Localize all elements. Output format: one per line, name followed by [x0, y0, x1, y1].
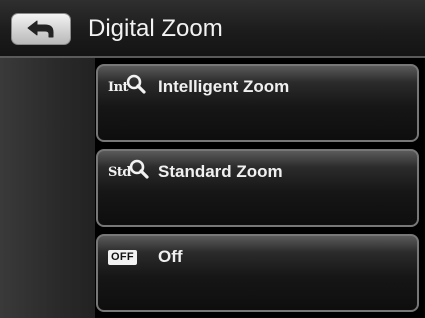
page-title: Digital Zoom	[88, 15, 223, 42]
standard-zoom-button[interactable]: Std Standard Zoom	[96, 149, 419, 227]
off-button[interactable]: OFF Off	[96, 234, 419, 312]
back-button[interactable]	[11, 13, 71, 45]
intelligent-zoom-button[interactable]: Int Intelligent Zoom	[96, 64, 419, 142]
left-panel	[0, 58, 95, 318]
standard-zoom-label: Standard Zoom	[158, 162, 283, 181]
intelligent-zoom-label: Intelligent Zoom	[158, 77, 290, 96]
digital-zoom-screen: Digital Zoom Int Intelligent Zoom Std St…	[0, 0, 425, 318]
off-label: Off	[158, 247, 183, 266]
off-icon: OFF	[108, 245, 137, 269]
intelligent-zoom-icon: Int	[108, 74, 147, 99]
standard-zoom-icon: Std	[108, 159, 150, 184]
header-bar: Digital Zoom	[0, 0, 425, 58]
back-arrow-icon	[27, 20, 54, 38]
